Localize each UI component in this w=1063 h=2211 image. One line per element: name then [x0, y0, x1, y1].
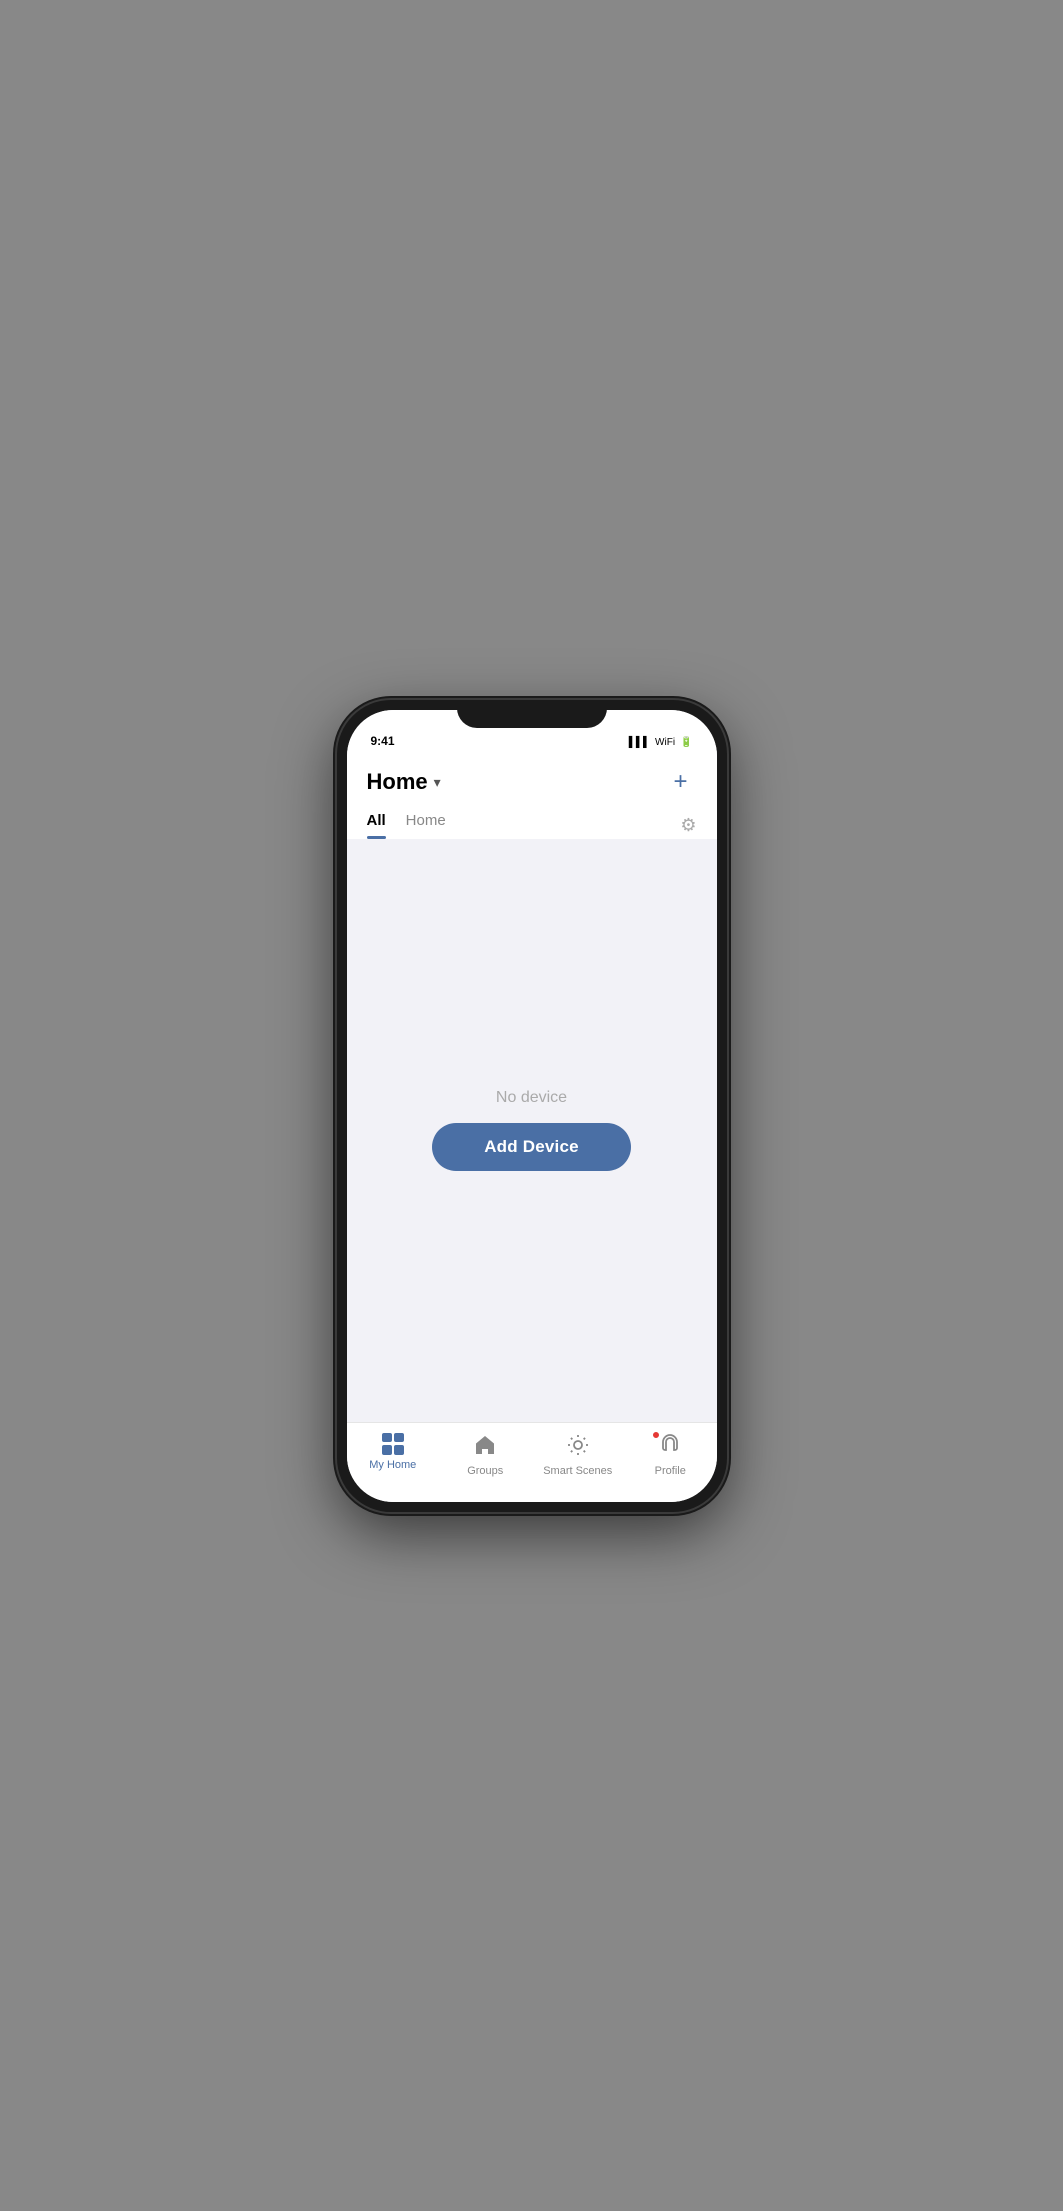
nav-item-my-home[interactable]: My Home	[347, 1433, 440, 1471]
nav-label-groups: Groups	[467, 1465, 503, 1477]
status-icons: ▌▌▌ WiFi 🔋	[629, 737, 693, 748]
nav-item-smart-scenes[interactable]: Smart Scenes	[532, 1433, 625, 1477]
bottom-nav: My Home Groups	[347, 1422, 717, 1502]
header-top: Home ▾ +	[367, 766, 697, 798]
tabs: All Home	[367, 812, 446, 839]
profile-icon	[658, 1433, 682, 1461]
home-title-text: Home	[367, 769, 428, 795]
screen: 9:41 ▌▌▌ WiFi 🔋 Home ▾ + All	[347, 710, 717, 1502]
gear-icon[interactable]: ⚙	[680, 815, 696, 836]
add-button[interactable]: +	[665, 766, 697, 798]
wifi-icon: WiFi	[655, 737, 675, 748]
battery-icon: 🔋	[680, 737, 692, 748]
tab-all[interactable]: All	[367, 812, 386, 839]
chevron-down-icon: ▾	[434, 774, 441, 791]
signal-icon: ▌▌▌	[629, 737, 650, 748]
tab-home[interactable]: Home	[406, 812, 446, 839]
my-home-icon	[382, 1433, 404, 1455]
nav-label-profile: Profile	[655, 1465, 686, 1477]
phone-frame: 9:41 ▌▌▌ WiFi 🔋 Home ▾ + All	[337, 700, 727, 1512]
nav-label-my-home: My Home	[369, 1459, 416, 1471]
nav-item-profile[interactable]: Profile	[624, 1433, 717, 1477]
add-device-button[interactable]: Add Device	[432, 1123, 631, 1171]
main-content: No device Add Device	[347, 839, 717, 1422]
profile-badge	[652, 1431, 660, 1439]
nav-label-smart-scenes: Smart Scenes	[543, 1465, 612, 1477]
no-device-text: No device	[496, 1089, 567, 1107]
smart-scenes-icon	[566, 1433, 590, 1461]
tabs-row: All Home ⚙	[367, 812, 697, 839]
home-title-button[interactable]: Home ▾	[367, 769, 441, 795]
notch	[457, 700, 607, 728]
status-time: 9:41	[371, 734, 395, 748]
nav-item-groups[interactable]: Groups	[439, 1433, 532, 1477]
header: Home ▾ + All Home ⚙	[347, 754, 717, 839]
groups-icon	[473, 1433, 497, 1461]
